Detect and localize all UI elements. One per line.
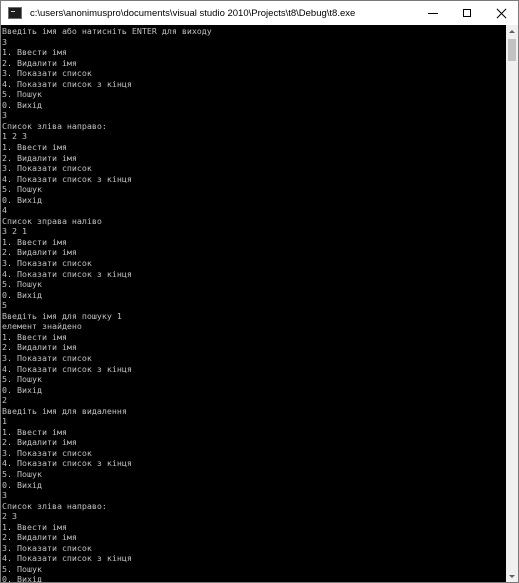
console-line: 3. Показати список	[2, 542, 92, 553]
console-line: 5. Пошук	[2, 279, 42, 290]
console-line: 3. Показати список	[2, 163, 92, 174]
console-line: 1. Ввести імя	[2, 142, 67, 153]
window-title: c:\users\anonimuspro\documents\visual st…	[30, 7, 356, 19]
console-line: 1	[2, 416, 7, 427]
close-button[interactable]	[484, 1, 518, 25]
console-line: Введіть імя для видалення	[2, 405, 127, 416]
console-line: 1. Ввести імя	[2, 331, 67, 342]
console-window: c:\users\anonimuspro\documents\visual st…	[0, 0, 519, 583]
console-line: 3. Показати список	[2, 352, 92, 363]
arrow-down-icon	[509, 574, 515, 578]
console-line: 4. Показати список з кінця	[2, 78, 132, 89]
console-line: 0. Вихід	[2, 194, 42, 205]
console-line: 5. Пошук	[2, 184, 42, 195]
console-line: 1. Ввести імя	[2, 521, 67, 532]
console-line: 2. Видалити імя	[2, 437, 77, 448]
console-line: 5. Пошук	[2, 374, 42, 385]
console-line: 5	[2, 300, 7, 311]
console-line: 1. Ввести імя	[2, 236, 67, 247]
console-line: 4. Показати список з кінця	[2, 458, 132, 469]
console-line: 2 3	[2, 511, 17, 522]
console-app-icon[interactable]	[8, 7, 22, 19]
minimize-button[interactable]	[416, 1, 450, 25]
console-line: 2. Видалити імя	[2, 342, 77, 353]
console-line: 4. Показати список з кінця	[2, 363, 132, 374]
console-line: 3	[2, 490, 7, 501]
console-line: 3. Показати список	[2, 447, 92, 458]
console-line: 0. Вихід	[2, 289, 42, 300]
console-line: 3	[2, 110, 7, 121]
title-bar[interactable]: c:\users\anonimuspro\documents\visual st…	[1, 1, 518, 25]
console-line: 0. Вихід	[2, 99, 42, 110]
console-line: 2	[2, 395, 7, 406]
console-line: 5. Пошук	[2, 89, 42, 100]
console-line: 3	[2, 36, 7, 47]
console-line: 2. Видалити імя	[2, 57, 77, 68]
console-line: 5. Пошук	[2, 563, 42, 574]
console-line: 4. Показати список з кінця	[2, 173, 132, 184]
console-line: 3. Показати список	[2, 68, 92, 79]
console-line: 1. Ввести імя	[2, 426, 67, 437]
console-line: Список зліва направо:	[2, 120, 107, 131]
console-line: 4. Показати список з кінця	[2, 553, 132, 564]
close-icon	[496, 8, 507, 19]
console-line: 3 2 1	[2, 226, 27, 237]
console-line: 1 2 3	[2, 131, 27, 142]
console-line: 0. Вихід	[2, 384, 42, 395]
console-line: 3. Показати список	[2, 258, 92, 269]
console-output[interactable]: Введіть імя або натисніть ENTER для вихо…	[1, 25, 506, 582]
minimize-icon	[428, 12, 438, 14]
console-line: Список зправа наліво	[2, 215, 102, 226]
console-line: 5. Пошук	[2, 468, 42, 479]
console-line: 2. Видалити імя	[2, 152, 77, 163]
scroll-down-button[interactable]	[506, 570, 518, 582]
scroll-up-button[interactable]	[506, 25, 518, 37]
scroll-thumb[interactable]	[508, 39, 516, 61]
console-line: 2. Видалити імя	[2, 247, 77, 258]
console-line: Введіть імя або натисніть ENTER для вихо…	[2, 26, 212, 36]
vertical-scrollbar[interactable]	[506, 25, 518, 582]
console-line: Список зліва направо:	[2, 500, 107, 511]
arrow-up-icon	[509, 29, 515, 33]
console-line: 0. Вихід	[2, 574, 42, 582]
maximize-button[interactable]	[450, 1, 484, 25]
console-line: 4	[2, 205, 7, 216]
console-line: 0. Вихід	[2, 479, 42, 490]
console-line: Введіть імя для пошуку 1	[2, 310, 122, 321]
console-line: 4. Показати список з кінця	[2, 268, 132, 279]
maximize-icon	[463, 9, 471, 17]
console-line: елемент знайдено	[2, 321, 82, 332]
console-line: 2. Видалити імя	[2, 532, 77, 543]
console-line: 1. Ввести імя	[2, 47, 67, 58]
